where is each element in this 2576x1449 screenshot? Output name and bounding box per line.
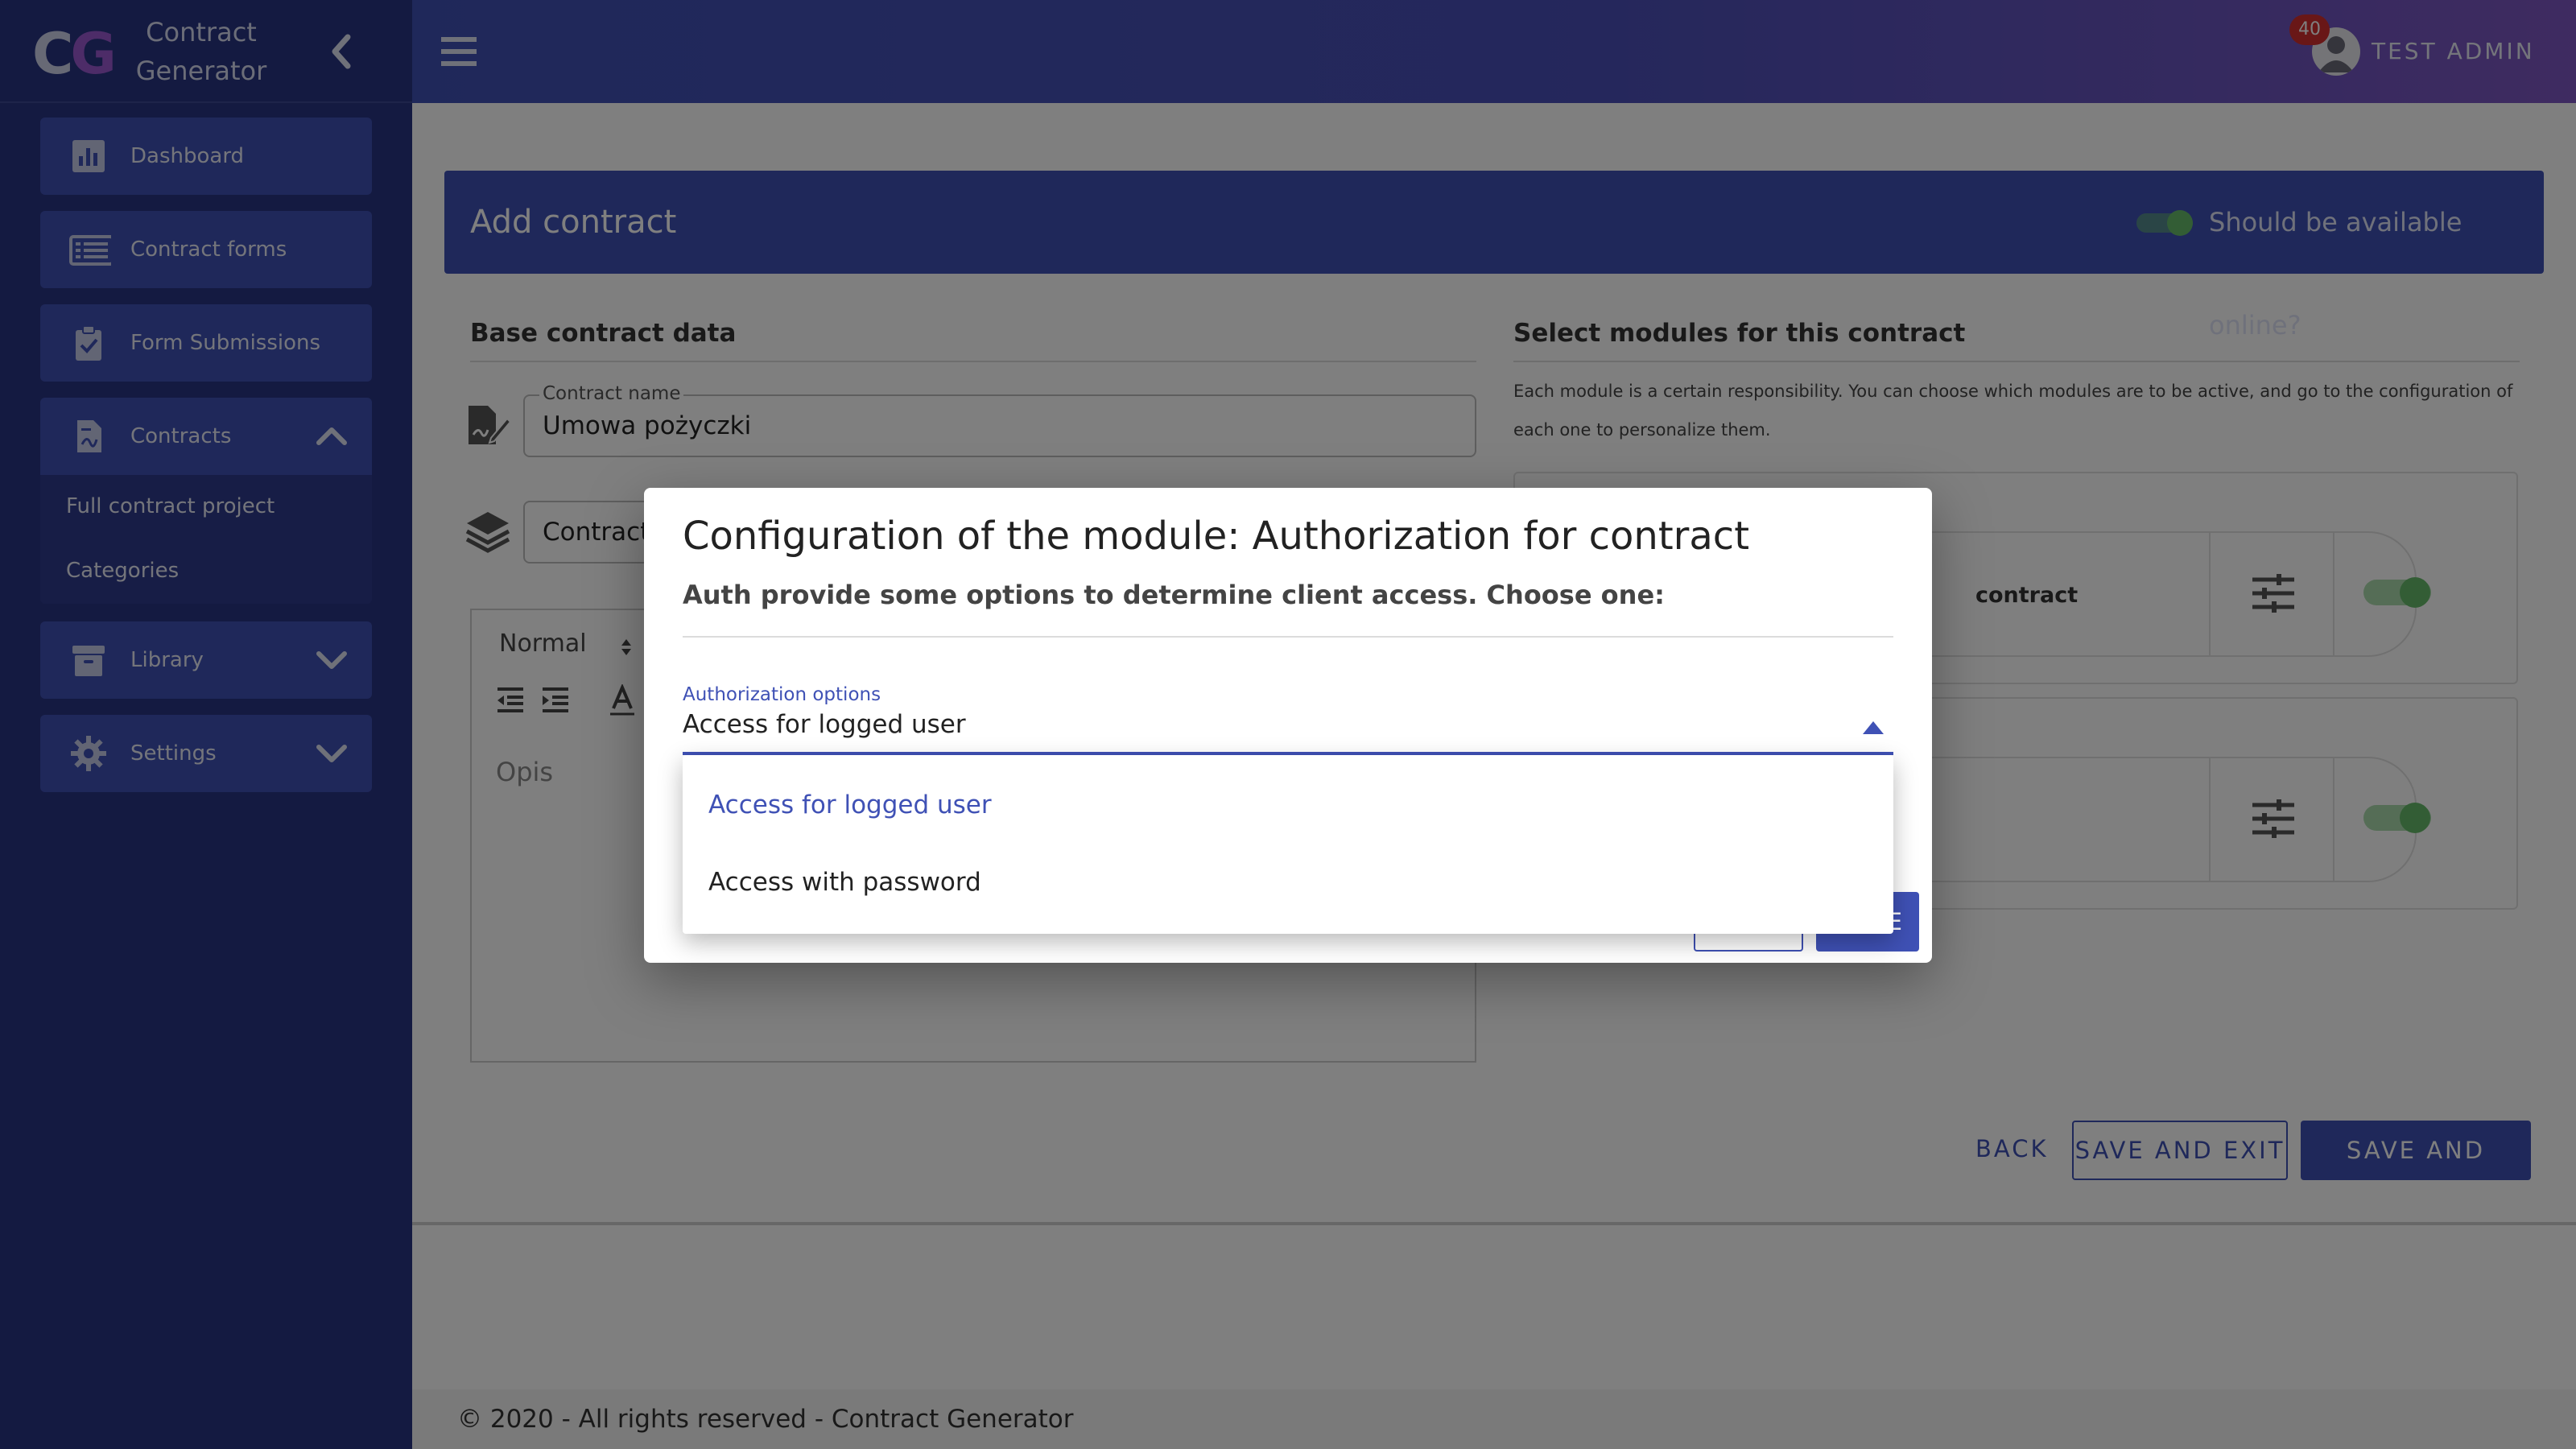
authorization-options-menu: Access for logged user Access with passw…: [683, 755, 1893, 934]
divider: [683, 636, 1893, 638]
option-access-with-password[interactable]: Access with password: [708, 868, 981, 897]
dialog-title: Configuration of the module: Authorizati…: [683, 514, 1750, 559]
dialog-subtitle: Auth provide some options to determine c…: [683, 580, 1665, 610]
caret-up-icon[interactable]: [1861, 718, 1885, 736]
option-access-logged-user[interactable]: Access for logged user: [708, 791, 992, 819]
authorization-options-select[interactable]: Access for logged user: [683, 710, 966, 739]
authorization-options-label: Authorization options: [683, 684, 881, 705]
